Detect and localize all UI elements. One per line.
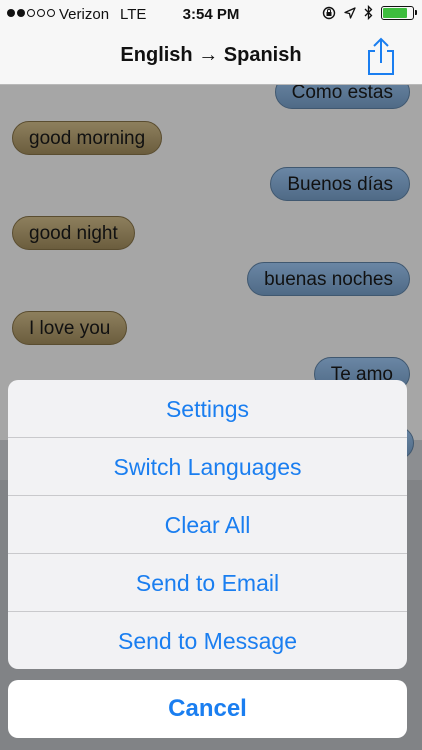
send-to-email-option[interactable]: Send to Email — [8, 554, 407, 612]
clear-all-option[interactable]: Clear All — [8, 496, 407, 554]
battery-level — [383, 7, 408, 18]
nav-title: English → Spanish — [120, 44, 302, 66]
message-bubble-outgoing: Como estas — [274, 85, 410, 109]
message-bubble-incoming: good morning — [12, 121, 163, 155]
status-bar: Verizon LTE 3:54 PM — [0, 0, 422, 30]
message-bubble-outgoing: buenas noches — [247, 262, 410, 296]
switch-languages-option[interactable]: Switch Languages — [8, 438, 407, 496]
action-sheet: Settings Switch Languages Clear All Send… — [8, 380, 407, 669]
share-icon[interactable] — [364, 36, 398, 76]
nav-bar: English → Spanish — [0, 30, 422, 85]
status-icons — [322, 5, 417, 20]
lock-rotation-icon — [322, 6, 336, 19]
message-bubble-incoming: I love you — [12, 311, 128, 345]
message-bubble-outgoing: Buenos días — [270, 167, 410, 201]
cancel-button[interactable]: Cancel — [8, 680, 407, 738]
send-to-message-option[interactable]: Send to Message — [8, 612, 407, 669]
message-bubble-incoming: good night — [12, 216, 135, 250]
bluetooth-icon — [364, 5, 373, 20]
battery-icon — [381, 5, 417, 20]
location-icon — [344, 6, 356, 19]
settings-option[interactable]: Settings — [8, 380, 407, 438]
